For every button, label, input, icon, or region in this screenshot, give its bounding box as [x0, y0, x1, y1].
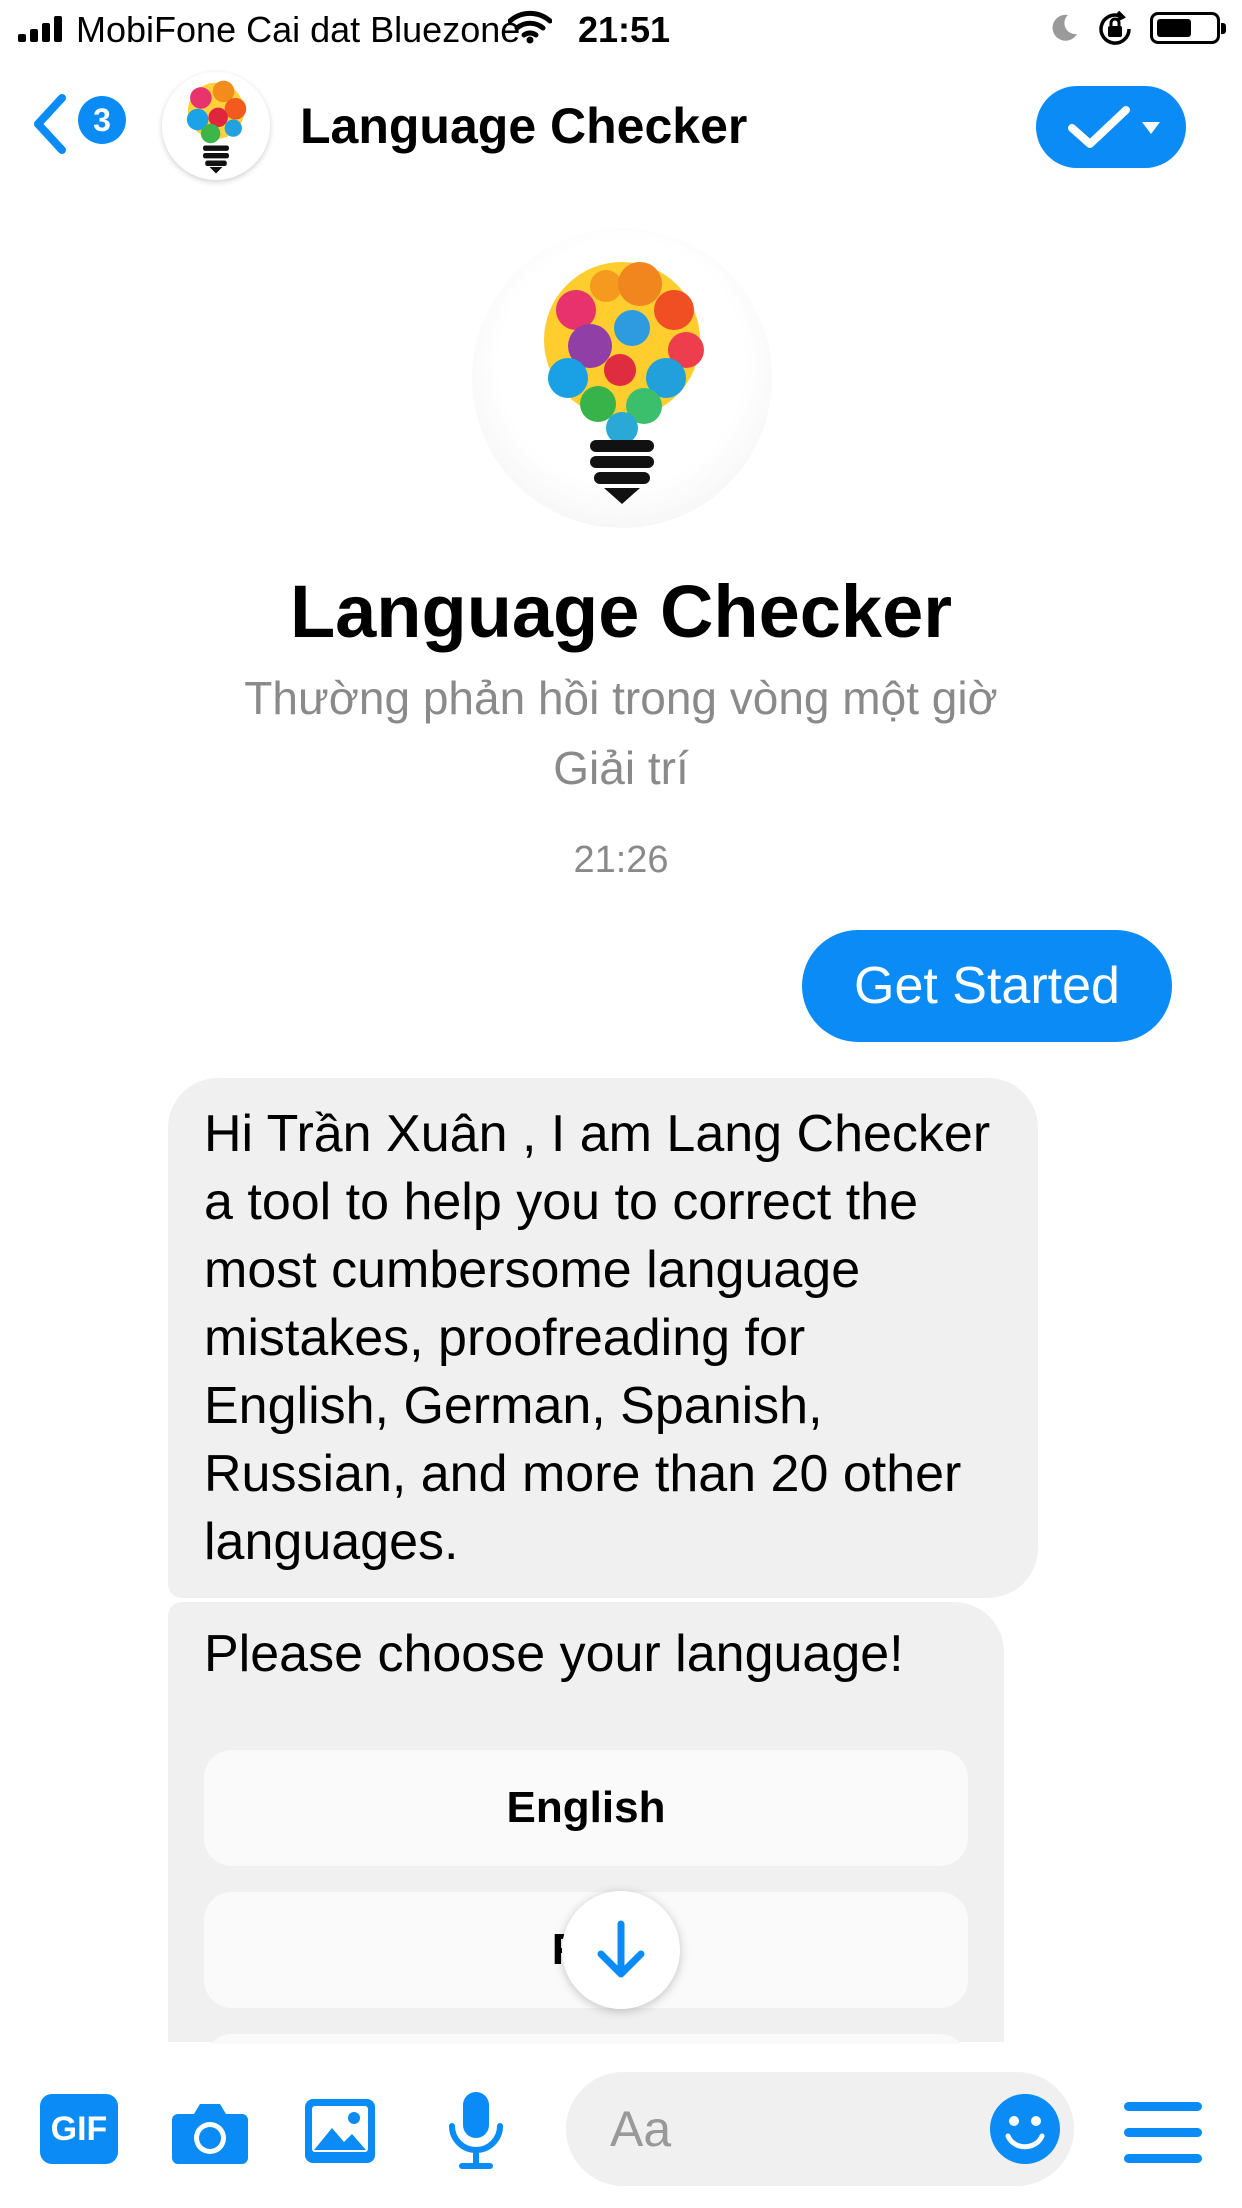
profile-name: Language Checker: [289, 570, 953, 653]
menu-icon[interactable]: [1124, 2102, 1202, 2180]
image-icon[interactable]: [302, 2096, 378, 2166]
caret-down-icon: [1142, 122, 1160, 134]
composer-bar: GIF Aa: [0, 2044, 1242, 2208]
profile-category: Giải trí: [553, 742, 689, 794]
message-timestamp: 21:26: [573, 839, 669, 881]
battery-icon: [1150, 12, 1226, 44]
message-input[interactable]: Aa: [566, 2072, 1074, 2186]
quick-reply-english[interactable]: English: [204, 1750, 968, 1866]
wifi-icon: [508, 10, 552, 44]
profile-avatar[interactable]: [472, 228, 772, 528]
unread-badge: 3: [78, 96, 126, 144]
status-bar: MobiFone Cai dat Bluezone 21:51: [0, 0, 1242, 60]
message-placeholder: Aa: [610, 2101, 672, 2157]
bot-message-bubble[interactable]: Hi Trần Xuân , I am Lang Checker a tool …: [168, 1078, 1038, 1598]
bulb-logo-icon: [544, 262, 704, 504]
response-time: Thường phản hồi trong vòng một giờ: [244, 672, 998, 724]
chat-header: 3 Language Checker: [0, 60, 1242, 190]
back-button[interactable]: 3: [30, 92, 130, 156]
battery-fill: [1157, 19, 1191, 37]
bot-avatar[interactable]: [162, 72, 270, 180]
chat-title[interactable]: Language Checker: [300, 96, 747, 156]
checkmark-icon: [1068, 106, 1130, 148]
smiley-icon[interactable]: [988, 2092, 1062, 2166]
language-prompt: Please choose your language!: [204, 1625, 904, 1683]
back-chevron-icon: [34, 94, 66, 154]
rotation-lock-icon: [1099, 10, 1131, 45]
sent-message-bubble[interactable]: Get Started: [802, 930, 1172, 1042]
scroll-to-bottom-button[interactable]: [562, 1891, 680, 2009]
status-time: 21:51: [578, 9, 671, 50]
gif-button[interactable]: GIF: [40, 2094, 118, 2164]
bulb-logo-icon: [186, 80, 247, 174]
camera-icon[interactable]: [170, 2096, 250, 2166]
arrow-down-icon: [597, 1920, 645, 1978]
moon-icon: [1052, 14, 1077, 41]
done-button[interactable]: [1036, 86, 1186, 168]
signal-icon: [18, 16, 62, 42]
microphone-icon[interactable]: [446, 2090, 506, 2170]
carrier-name: MobiFone Cai dat Bluezone: [76, 9, 521, 50]
